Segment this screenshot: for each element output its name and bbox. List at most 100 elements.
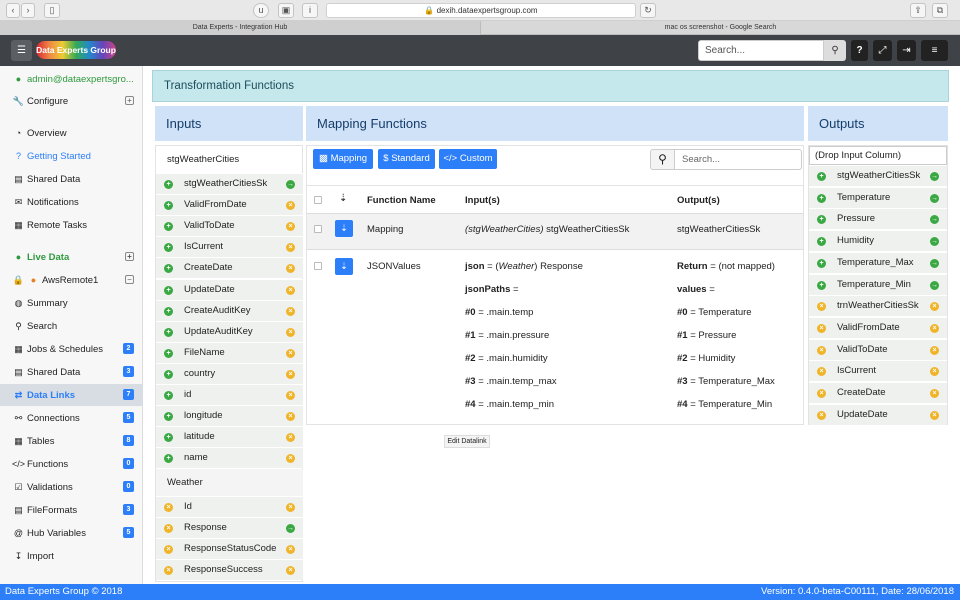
row-checkbox[interactable] bbox=[314, 262, 322, 270]
standard-button[interactable]: $ Standard bbox=[378, 149, 435, 169]
remove-icon[interactable]: × bbox=[286, 412, 295, 422]
column-row[interactable]: × ValidFromDate × bbox=[809, 316, 947, 338]
remove-icon[interactable]: × bbox=[286, 201, 295, 211]
remove-icon[interactable]: × bbox=[164, 545, 173, 555]
sidebar-user[interactable]: ● admin@dataexpertsgro... bbox=[0, 68, 143, 90]
remove-icon[interactable]: × bbox=[817, 302, 826, 312]
column-row[interactable]: + Temperature_Min → bbox=[809, 273, 947, 295]
arrow-right-icon[interactable]: → bbox=[286, 524, 295, 534]
reload-icon[interactable]: ↻ bbox=[640, 3, 656, 18]
add-icon[interactable]: + bbox=[817, 280, 826, 290]
add-icon[interactable]: + bbox=[817, 258, 826, 268]
column-row[interactable]: + name × bbox=[156, 447, 303, 469]
remove-icon[interactable]: × bbox=[817, 410, 826, 420]
column-row[interactable]: + ValidFromDate × bbox=[156, 194, 303, 216]
column-row[interactable]: × Id × bbox=[156, 496, 303, 517]
arrow-right-icon[interactable]: → bbox=[930, 172, 939, 181]
select-all-checkbox[interactable] bbox=[314, 196, 322, 204]
sidebar-item-search[interactable]: ⚲ Search bbox=[0, 315, 143, 337]
column-row[interactable]: + stgWeatherCitiesSk → bbox=[809, 165, 947, 186]
column-row[interactable]: + Humidity → bbox=[809, 230, 947, 252]
add-icon[interactable]: + bbox=[817, 215, 826, 225]
column-row[interactable]: + UpdateDate × bbox=[156, 278, 303, 300]
search-icon[interactable]: ⚲ bbox=[650, 149, 675, 170]
add-icon[interactable]: + bbox=[164, 454, 173, 464]
brand-logo[interactable]: Data Experts Group bbox=[36, 41, 116, 59]
remove-icon[interactable]: × bbox=[930, 302, 939, 312]
remove-icon[interactable]: × bbox=[286, 454, 295, 464]
arrow-right-icon[interactable]: → bbox=[930, 280, 939, 290]
add-icon[interactable]: + bbox=[164, 412, 173, 422]
arrow-right-icon[interactable]: → bbox=[286, 180, 295, 189]
sidebar-item-remote-tasks[interactable]: ▦ Remote Tasks bbox=[0, 214, 143, 236]
column-row[interactable]: + FileName × bbox=[156, 341, 303, 363]
remove-icon[interactable]: × bbox=[286, 285, 295, 295]
add-icon[interactable]: + bbox=[817, 172, 826, 181]
column-header-function-name[interactable]: Function Name bbox=[367, 195, 436, 206]
sidebar-item-overview[interactable]: ◔ Overview bbox=[0, 122, 143, 144]
column-row[interactable]: + country × bbox=[156, 362, 303, 384]
logout-icon[interactable]: ⇥ bbox=[897, 40, 916, 61]
add-icon[interactable]: + bbox=[164, 348, 173, 358]
column-row[interactable]: + Temperature → bbox=[809, 186, 947, 208]
remove-icon[interactable]: × bbox=[930, 323, 939, 333]
sidebar-item-hub-variables[interactable]: @ Hub Variables 5 bbox=[0, 522, 143, 544]
arrow-right-icon[interactable]: → bbox=[930, 193, 939, 203]
remove-icon[interactable]: × bbox=[286, 264, 295, 274]
add-icon[interactable]: + bbox=[164, 180, 173, 189]
column-row[interactable]: × ValidToDate × bbox=[809, 338, 947, 360]
back-icon[interactable]: ‹ bbox=[6, 3, 20, 18]
add-icon[interactable]: + bbox=[164, 243, 173, 253]
settings-panel-icon[interactable]: ≡ bbox=[921, 40, 948, 61]
info-icon[interactable]: i bbox=[302, 3, 318, 18]
sidebar-item-tables[interactable]: ▦ Tables 8 bbox=[0, 430, 143, 452]
fullscreen-icon[interactable]: ⤢ bbox=[873, 40, 892, 61]
add-icon[interactable]: + bbox=[164, 433, 173, 443]
custom-button[interactable]: </> Custom bbox=[439, 149, 497, 169]
arrow-right-icon[interactable]: → bbox=[930, 215, 939, 225]
arrow-right-icon[interactable]: → bbox=[930, 258, 939, 268]
remove-icon[interactable]: × bbox=[930, 389, 939, 398]
mapping-button[interactable]: ▩ Mapping bbox=[313, 149, 373, 169]
forward-icon[interactable]: › bbox=[21, 3, 35, 18]
column-row[interactable]: × CreateDate × bbox=[809, 382, 947, 403]
sidebar-item-jobs[interactable]: ▦ Jobs & Schedules 2 bbox=[0, 338, 143, 360]
add-icon[interactable]: + bbox=[817, 193, 826, 203]
sidebar-toggle-icon[interactable]: ▯ bbox=[44, 3, 60, 18]
column-row[interactable]: + UpdateAuditKey × bbox=[156, 320, 303, 342]
column-header-outputs[interactable]: Output(s) bbox=[677, 195, 720, 206]
remove-icon[interactable]: × bbox=[817, 367, 826, 377]
column-header-inputs[interactable]: Input(s) bbox=[465, 195, 500, 206]
remove-icon[interactable]: × bbox=[930, 410, 939, 420]
remove-icon[interactable]: × bbox=[286, 327, 295, 337]
drop-input-column-target[interactable]: (Drop Input Column) bbox=[809, 146, 947, 165]
add-icon[interactable]: + bbox=[164, 285, 173, 295]
tab-google-search[interactable]: mac os screenshot - Google Search bbox=[480, 21, 960, 35]
help-button[interactable]: ? bbox=[851, 40, 868, 61]
global-search-input[interactable]: Search... bbox=[698, 40, 824, 61]
json-function-icon[interactable]: ⇣ bbox=[335, 258, 353, 275]
share-icon[interactable]: ⇪ bbox=[910, 3, 926, 18]
sidebar-item-data-links[interactable]: ⇄ Data Links 7 bbox=[0, 384, 143, 406]
sidebar-item-notifications[interactable]: ✉ Notifications bbox=[0, 191, 143, 213]
column-row[interactable]: + ValidToDate × bbox=[156, 215, 303, 237]
column-row[interactable]: + stgWeatherCitiesSk → bbox=[156, 173, 303, 194]
column-row[interactable]: + Temperature_Max → bbox=[809, 251, 947, 273]
add-icon[interactable]: + bbox=[164, 391, 173, 400]
tabs-overview-icon[interactable]: ⧉ bbox=[932, 3, 948, 18]
row-checkbox[interactable] bbox=[314, 225, 322, 233]
remove-icon[interactable]: × bbox=[817, 323, 826, 333]
collapse-icon[interactable]: − bbox=[125, 275, 134, 284]
sidebar-item-live-data[interactable]: ● Live Data + bbox=[0, 246, 143, 268]
expand-icon[interactable]: + bbox=[125, 252, 134, 261]
lock-extension-icon[interactable]: ▣ bbox=[278, 3, 294, 18]
remove-icon[interactable]: × bbox=[286, 566, 295, 576]
expand-icon[interactable]: + bbox=[125, 96, 134, 105]
column-row[interactable]: + Pressure → bbox=[809, 208, 947, 230]
column-row[interactable]: + CreateAuditKey × bbox=[156, 299, 303, 321]
remove-icon[interactable]: × bbox=[817, 345, 826, 355]
add-icon[interactable]: + bbox=[164, 306, 173, 316]
sidebar-item-shared-data-2[interactable]: ▤ Shared Data 3 bbox=[0, 361, 143, 383]
url-bar[interactable]: 🔒 dexih.dataexpertsgroup.com bbox=[326, 3, 636, 18]
sidebar-item-summary[interactable]: ◍ Summary bbox=[0, 292, 143, 314]
